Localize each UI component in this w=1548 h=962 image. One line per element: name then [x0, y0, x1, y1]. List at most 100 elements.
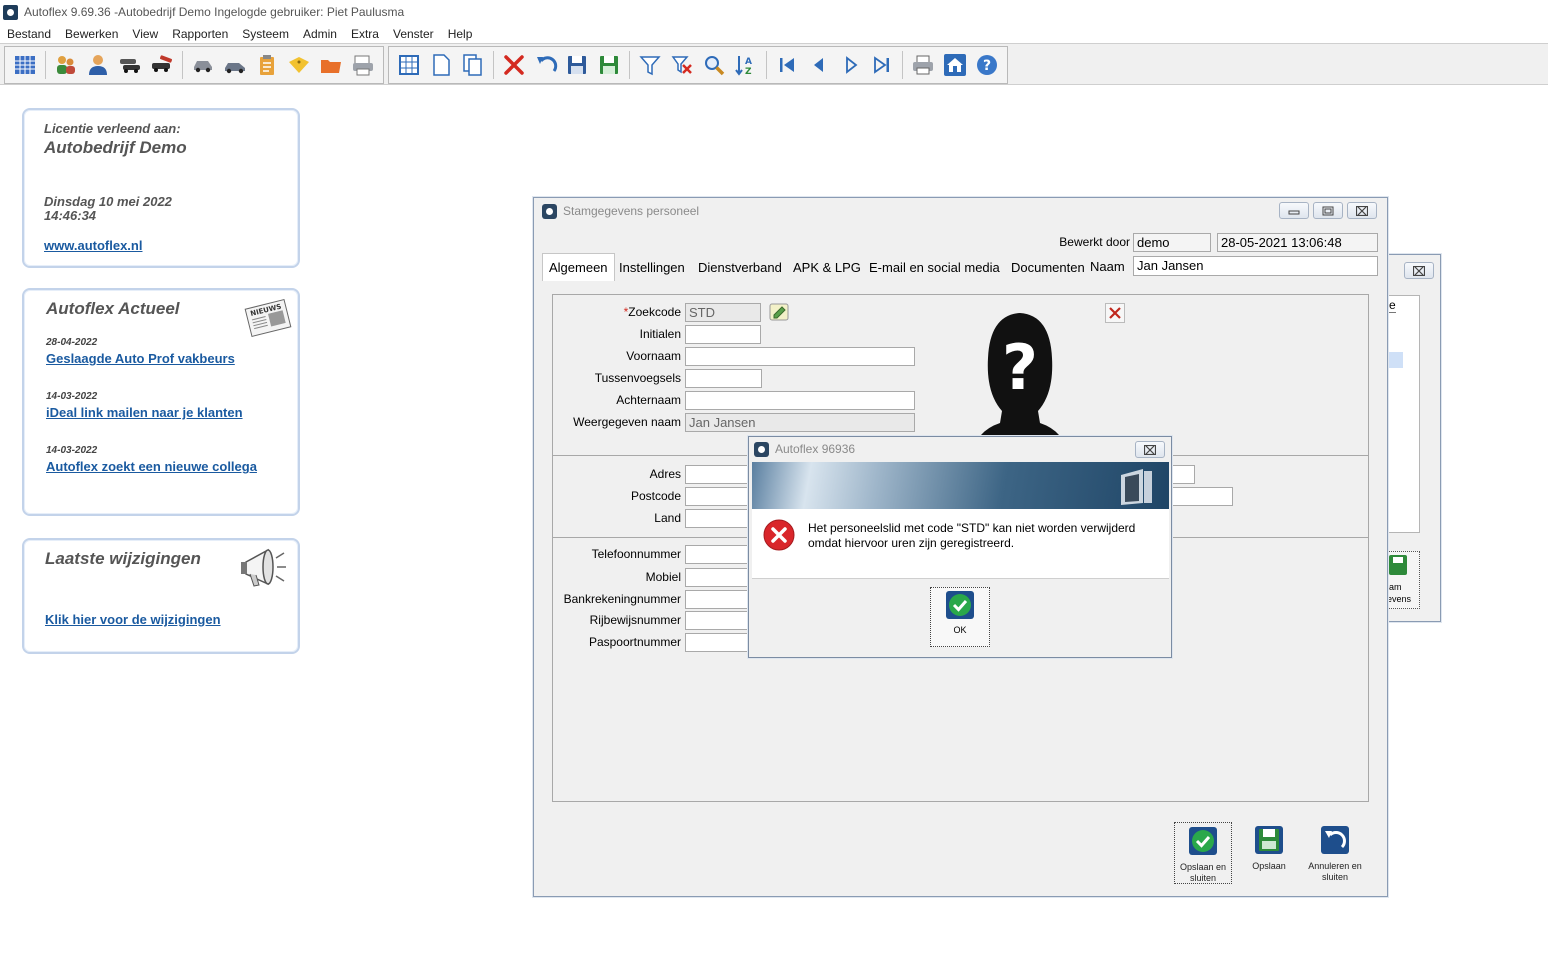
license-panel: Licentie verleend aan: Autobedrijf Demo …	[22, 108, 300, 268]
news-link[interactable]: Geslaagde Auto Prof vakbeurs	[46, 351, 235, 366]
edited-at-field: 28-05-2021 13:06:48	[1217, 233, 1378, 252]
autoflex-website-link[interactable]: www.autoflex.nl	[44, 238, 142, 253]
undo-icon[interactable]	[532, 50, 560, 80]
bankrekeningnummer-field[interactable]	[685, 590, 755, 609]
tab-documenten[interactable]: Documenten	[1005, 255, 1091, 279]
save-green-icon[interactable]	[595, 50, 623, 80]
banner-logo-icon	[1121, 469, 1152, 505]
folder-icon[interactable]	[317, 50, 345, 80]
svg-text:?: ?	[983, 58, 991, 74]
menu-view[interactable]: View	[125, 27, 165, 41]
license-time: 14:46:34	[44, 208, 97, 223]
remove-photo-icon[interactable]	[1105, 303, 1125, 323]
grid-icon[interactable]	[11, 50, 39, 80]
table-icon[interactable]	[395, 50, 423, 80]
car-side-icon[interactable]	[221, 50, 249, 80]
print-icon[interactable]	[909, 50, 937, 80]
edit-code-icon[interactable]	[769, 303, 789, 321]
dialog-message-area: Het personeelslid met code "STD" kan nie…	[752, 509, 1169, 579]
postcode-label: Postcode	[630, 489, 681, 503]
toolbar-group-modules	[4, 46, 384, 84]
mobiel-field[interactable]	[685, 568, 755, 587]
new-doc-icon[interactable]	[427, 50, 455, 80]
edited-by-label: Bewerkt door	[1059, 235, 1130, 249]
printer-stack-icon[interactable]	[349, 50, 377, 80]
clear-filter-icon[interactable]	[668, 50, 696, 80]
home-icon[interactable]	[941, 50, 969, 80]
copy-doc-icon[interactable]	[459, 50, 487, 80]
tab-dienstverband[interactable]: Dienstverband	[692, 255, 788, 279]
telefoonnummer-field[interactable]	[685, 545, 755, 564]
tab-instellingen[interactable]: Instellingen	[613, 255, 691, 279]
background-action-button[interactable]: am evens	[1386, 551, 1420, 609]
menu-bar: Bestand Bewerken View Rapporten Systeem …	[0, 24, 1548, 43]
dialog-title: Autoflex 96936	[775, 442, 856, 456]
autoflex-logo-icon	[542, 203, 557, 219]
clipboard-icon[interactable]	[253, 50, 281, 80]
close-button[interactable]	[1347, 202, 1377, 219]
delete-icon[interactable]	[500, 50, 528, 80]
car-tools-icon[interactable]	[148, 50, 176, 80]
menu-venster[interactable]: Venster	[386, 27, 441, 41]
tussenvoegsels-field[interactable]	[685, 369, 762, 388]
app-title-bar: Autoflex 9.69.36 -Autobedrijf Demo Ingel…	[0, 0, 1548, 24]
menu-rapporten[interactable]: Rapporten	[165, 27, 235, 41]
dialog-titlebar[interactable]: Autoflex 96936	[749, 437, 1171, 461]
save-and-close-button[interactable]: Opslaan en sluiten	[1174, 822, 1232, 884]
zoekcode-field[interactable]: STD	[685, 303, 761, 322]
initialen-field[interactable]	[685, 325, 761, 344]
autoflex-logo-icon	[3, 4, 18, 20]
minimize-button[interactable]	[1279, 202, 1309, 219]
changes-link[interactable]: Klik hier voor de wijzigingen	[45, 612, 221, 627]
staff-window-titlebar[interactable]: Stamgegevens personeel	[534, 198, 1387, 224]
next-record-icon[interactable]	[837, 50, 865, 80]
save-icon[interactable]	[563, 50, 591, 80]
toolbar-separator	[629, 51, 631, 79]
paspoortnummer-field[interactable]	[685, 633, 755, 652]
menu-bewerken[interactable]: Bewerken	[58, 27, 125, 41]
cancel-and-close-button[interactable]: Annuleren en sluiten	[1306, 825, 1364, 883]
tab-apk-lpg[interactable]: APK & LPG	[787, 255, 867, 279]
background-close-button[interactable]	[1404, 262, 1434, 279]
tab-algemeen[interactable]: Algemeen	[542, 253, 615, 281]
menu-bestand[interactable]: Bestand	[0, 27, 58, 41]
cars-icon[interactable]	[116, 50, 144, 80]
news-link[interactable]: iDeal link mailen naar je klanten	[46, 405, 243, 420]
restore-button[interactable]	[1313, 202, 1343, 219]
menu-help[interactable]: Help	[441, 27, 480, 41]
voornaam-field[interactable]	[685, 347, 915, 366]
error-dialog[interactable]: Autoflex 96936 Het personeelslid met cod…	[748, 436, 1172, 658]
rijbewijsnummer-field[interactable]	[685, 611, 755, 630]
menu-systeem[interactable]: Systeem	[235, 27, 296, 41]
tag-icon[interactable]	[285, 50, 313, 80]
news-date: 14-03-2022	[46, 391, 98, 402]
menu-extra[interactable]: Extra	[344, 27, 386, 41]
checkmark-icon	[1189, 827, 1217, 855]
filter-icon[interactable]	[636, 50, 664, 80]
error-icon	[763, 519, 795, 551]
news-title: Autoflex Actueel	[46, 299, 180, 318]
prev-record-icon[interactable]	[805, 50, 833, 80]
help-icon[interactable]: ?	[973, 50, 1001, 80]
ok-button[interactable]: OK	[930, 587, 990, 647]
photo-placeholder-icon[interactable]: ?	[958, 303, 1080, 455]
toolbar: AZ ?	[0, 43, 1548, 85]
sort-az-icon[interactable]: AZ	[732, 50, 760, 80]
tab-email-social[interactable]: E-mail en social media	[863, 255, 1006, 279]
menu-admin[interactable]: Admin	[296, 27, 344, 41]
achternaam-field[interactable]	[685, 391, 915, 410]
news-link[interactable]: Autoflex zoekt een nieuwe collega	[46, 459, 257, 474]
user-icon[interactable]	[84, 50, 112, 80]
people-icon[interactable]	[52, 50, 80, 80]
first-record-icon[interactable]	[773, 50, 801, 80]
last-record-icon[interactable]	[868, 50, 896, 80]
save-button[interactable]: Opslaan	[1240, 825, 1298, 872]
car-gray-icon[interactable]	[189, 50, 217, 80]
land-field[interactable]	[685, 509, 755, 528]
search-icon[interactable]	[700, 50, 728, 80]
mobiel-label: Mobiel	[645, 570, 681, 584]
toolbar-group-records: AZ ?	[388, 46, 1008, 84]
autoflex-logo-icon	[754, 441, 769, 457]
dialog-close-button[interactable]	[1135, 441, 1165, 458]
name-field[interactable]: Jan Jansen	[1133, 256, 1378, 276]
